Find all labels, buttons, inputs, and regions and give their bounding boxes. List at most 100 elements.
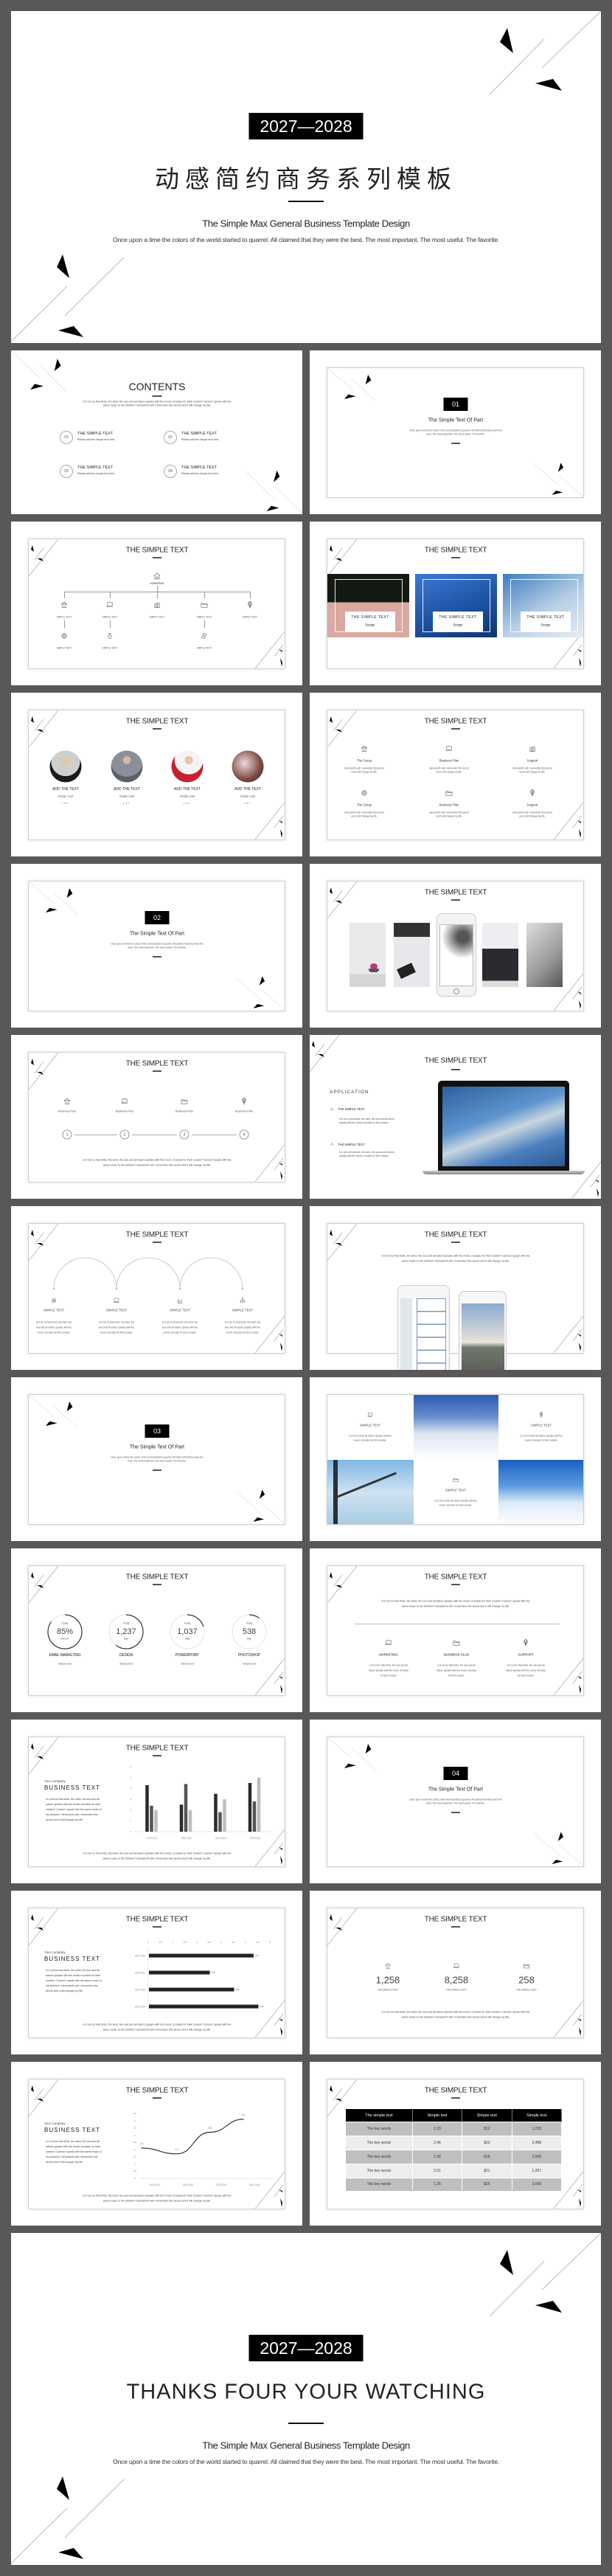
closing-slide[interactable]: 2027—2028 THANKS FOUR YOUR WATCHING The … [11, 2233, 601, 2565]
diagonal-line [489, 38, 545, 95]
laptop-icon [453, 1962, 460, 1970]
features-slide[interactable]: THE SIMPLE TEXT The Group Henceforth will … [310, 693, 601, 856]
diagonal-line [255, 631, 285, 668]
section-slide-02[interactable]: 02 The Simple Text Of Part Once upon a t… [11, 864, 302, 1028]
triangle-shape [253, 1517, 265, 1522]
table-slide[interactable]: THE SIMPLE TEXT The simple text Simple te… [310, 2062, 601, 2226]
timeline-label: Business Plan [115, 1109, 134, 1113]
org-connector [110, 592, 111, 598]
ring-top-label: Today [122, 1621, 130, 1625]
cover-description: Once upon a time the colors of the world… [112, 236, 500, 243]
services-slide[interactable]: THE SIMPLE TEXT Is it not so that birds,… [310, 1548, 601, 1712]
stats-slide[interactable]: THE SIMPLE TEXT 1,258 THE SIMPLE TEXT 8,25… [310, 1891, 601, 2054]
arc-process-slide[interactable]: THE SIMPLE TEXT SIMPLE TEXT Is it not so … [11, 1206, 302, 1370]
triangle-shape [330, 545, 333, 552]
section-slide-01[interactable]: 01 The Simple Text Of Part Once upon a t… [310, 350, 601, 514]
chart-caption: same music to his children? Henceforth w… [102, 2028, 212, 2032]
org-node-label: SIMPLE TEXT [102, 646, 118, 650]
facebook-icon[interactable]: f [189, 802, 191, 805]
divider [451, 1926, 460, 1928]
step-circle[interactable]: 2 [119, 1129, 130, 1140]
triangle-shape [577, 649, 581, 652]
diagonal-line [274, 644, 284, 657]
application-slide[interactable]: THE SIMPLE TEXT APPLICATION THE SIMPLE T… [310, 1035, 601, 1199]
timeline-slide[interactable]: THE SIMPLE TEXT Business Plan 1 Business P… [11, 1035, 302, 1199]
folder-icon [453, 1477, 459, 1483]
triangle-shape [37, 730, 44, 733]
photo-card[interactable]: THE SIMPLE TEXT Design [503, 574, 583, 637]
triangle-shape [66, 887, 73, 899]
arc-desc: sea and all nature speaks with the [224, 1326, 261, 1329]
triangle-shape [335, 1585, 342, 1588]
facebook-icon[interactable]: f [67, 802, 69, 805]
facebook-icon[interactable]: f [128, 802, 131, 805]
item-title: THE SIMPLE TEXT [77, 465, 114, 470]
section-slide-03[interactable]: 03 The Simple Text Of Part Once upon a t… [11, 1377, 302, 1541]
diagonal-line [572, 2013, 583, 2026]
section-slide-04[interactable]: 04 The Simple Text Of Part Once upon a t… [310, 1720, 601, 1883]
y-tick-label: 1 [130, 1819, 131, 1822]
social-links[interactable]: tdf [62, 802, 69, 805]
part-title: The Simple Text Of Part [428, 418, 484, 423]
photo-card[interactable]: THE SIMPLE TEXT Design [327, 574, 409, 637]
step-circle[interactable]: 1 [62, 1129, 72, 1140]
arc-desc: sea and all nature speaks with the [98, 1326, 135, 1329]
divider [153, 728, 161, 730]
x-tick-label: 2 [196, 1941, 198, 1944]
cover-subtitle: The Simple Max General Business Template… [202, 218, 410, 229]
org-chart-slide[interactable]: THE SIMPLE TEXT HOMEPAGE SIMPLE TEXT SIMP… [11, 522, 302, 685]
avatar [111, 750, 143, 783]
diagonal-line [489, 2260, 545, 2317]
diagonal-line [315, 1043, 325, 1056]
line-chart-slide[interactable]: THE SIMPLE TEXT 0 0.5 1 1.5 2 2.5 3 3.5 4 4.5 2.1 1… [11, 2062, 302, 2226]
feature-desc: and it will change my life. [436, 770, 462, 774]
diagonal-line [274, 815, 284, 828]
triangle-shape [335, 1928, 342, 1931]
contents-slide[interactable]: CONTENTS Is it not so that birds, the wi… [11, 350, 302, 514]
horizontal-bar-slide[interactable]: THE SIMPLE TEXT 0 0.5 1 1.5 2 2.5 3 3.5 4 4.5 5 4.3… [11, 1891, 302, 2054]
diagonal-line [327, 710, 358, 748]
timeline-text: Is it not so that birds, the wind, the s… [83, 1158, 232, 1162]
org-node-label: SIMPLE TEXT [56, 615, 72, 619]
divider [153, 1070, 161, 1072]
step-circle[interactable]: 4 [239, 1129, 249, 1140]
x-tick-label: 2027Q1 [147, 1836, 158, 1840]
stat-label: THE SIMPLE TEXT [378, 1988, 398, 1992]
diagonal-line [11, 285, 68, 342]
photo-gallery-slide[interactable]: THE SIMPLE TEXT THE SIMPLE TEXT Design THE… [310, 522, 601, 685]
arc-desc: music of praise for their creator. [100, 1331, 133, 1334]
social-links[interactable]: tdf [184, 802, 191, 805]
arc-desc: Is it not so that birds, the wind, the [98, 1320, 135, 1324]
image-grid-slide[interactable]: SIMPLE TEXT Is it not so that all nature … [310, 1377, 601, 1541]
chart-caption: Is it not so that birds, the wind, the s… [83, 2023, 232, 2026]
timeline-text: same music to his children? Henceforth w… [102, 1163, 212, 1167]
ring-unit: Percent [60, 1637, 69, 1641]
x-tick-label: 2027Q4 [249, 2183, 260, 2187]
facebook-icon[interactable]: f [249, 802, 251, 805]
group-icon [60, 601, 69, 609]
cover-slide[interactable]: 2027—2028 动感简约商务系列模板 The Simple Max Gene… [11, 11, 601, 343]
section-number: 04 [443, 1767, 468, 1780]
bar-chart-slide[interactable]: THE SIMPLE TEXT 0 1 2 3 4 5 6 2027Q1 2027Q2 2027Q… [11, 1720, 302, 1883]
phones-slide[interactable]: THE SIMPLE TEXT Is it not so that birds,… [310, 1206, 601, 1370]
social-links[interactable]: tdf [123, 802, 131, 805]
y-tick-label: 5 [130, 1776, 131, 1779]
team-slide[interactable]: THE SIMPLE TEXT ADD THE TEXT Design Lead td… [11, 693, 302, 856]
grid-desc: music of praise for their creator. [524, 1438, 558, 1442]
social-links[interactable]: tdf [244, 802, 251, 805]
progress-slide[interactable]: THE SIMPLE TEXT Today 85% Percent EMAIL MARK… [11, 1548, 302, 1712]
bar [149, 2004, 259, 2009]
y-tick-label: 1.5 [133, 2156, 136, 2158]
member-role: Design Lead [240, 794, 256, 798]
y-tick-label: 2 [130, 1809, 131, 1812]
photo-card[interactable]: THE SIMPLE TEXT Design [415, 574, 497, 637]
diagonal-line [534, 463, 560, 487]
slide-title: THE SIMPLE TEXT [125, 1059, 189, 1068]
triangle-shape [37, 1072, 44, 1075]
diagonal-line [34, 1574, 44, 1588]
org-connector [204, 592, 205, 598]
table-cell: 1,235 [512, 2122, 563, 2136]
phone-mockup-slide[interactable]: THE SIMPLE TEXT [310, 864, 601, 1028]
y-tick-label: 6 [130, 1765, 131, 1768]
step-circle[interactable]: 3 [179, 1129, 189, 1140]
